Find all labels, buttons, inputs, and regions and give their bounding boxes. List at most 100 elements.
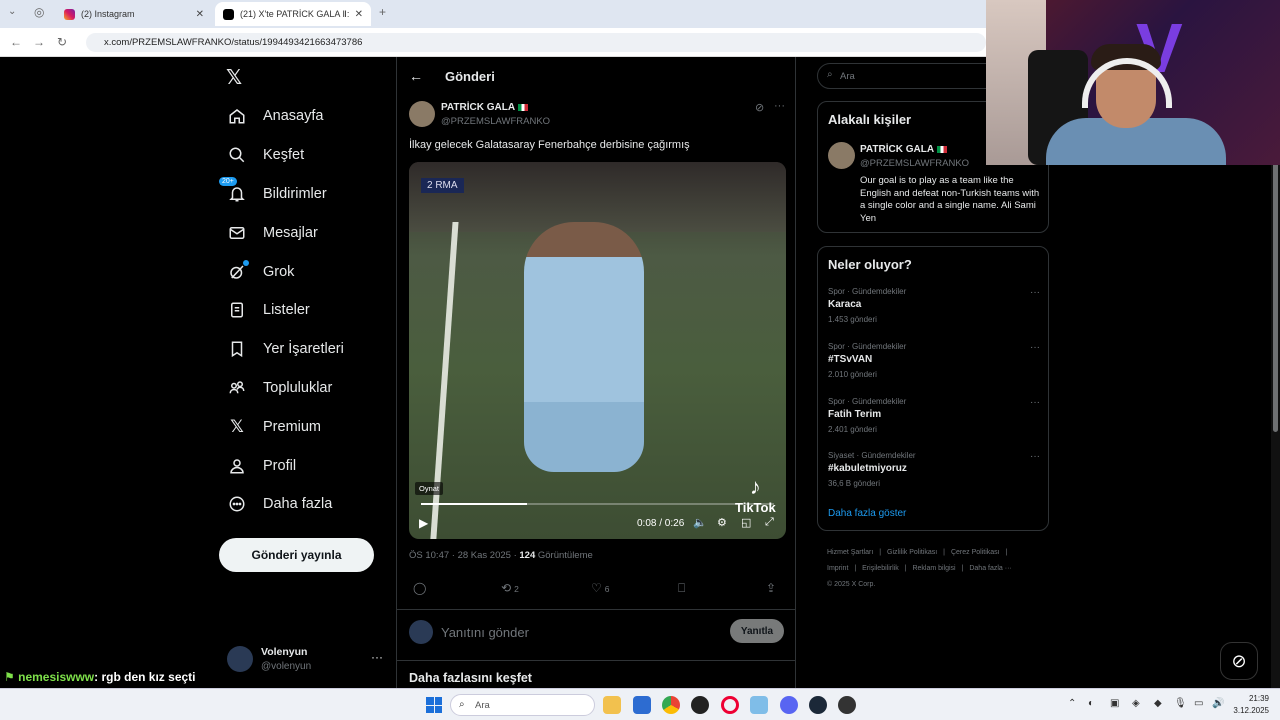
share-icon[interactable]: ⇪	[766, 581, 776, 595]
discord-icon[interactable]	[780, 696, 798, 714]
windows-start-icon[interactable]	[426, 697, 442, 713]
related-person-handle[interactable]: @PRZEMSLAWFRANKO	[860, 158, 969, 169]
footer-link[interactable]: Gizlilik Politikası	[887, 549, 937, 556]
trend-more-icon[interactable]: ···	[1030, 397, 1040, 408]
close-tab-icon[interactable]: ✕	[196, 9, 204, 20]
avatar	[409, 620, 433, 644]
trend-item[interactable]: Spor · Gündemdekiler Fatih Terim 2.401 g…	[828, 397, 1040, 442]
sidebar-item-bookmarks[interactable]: Yer İşaretleri	[222, 330, 392, 369]
back-icon[interactable]: ←	[10, 35, 22, 49]
sidebar-item-communities[interactable]: Topluluklar	[222, 369, 392, 408]
trend-count: 2.010 gönderi	[828, 370, 877, 379]
fullscreen-icon[interactable]: ⤢	[765, 516, 774, 529]
x-logo-icon[interactable]: 𝕏	[226, 65, 242, 90]
instagram-icon	[64, 8, 75, 20]
post-meta: ÖS 10:47 · 28 Kas 2025 · 124 Görüntüleme	[409, 550, 593, 561]
opera-icon[interactable]	[721, 696, 739, 714]
post-views-label: Görüntüleme	[535, 550, 593, 561]
footer-link[interactable]: Hizmet Şartları	[827, 549, 873, 556]
avatar[interactable]	[828, 142, 855, 169]
video-player-figure	[524, 222, 644, 472]
tab-instagram[interactable]: (2) Instagram ✕	[56, 2, 212, 26]
notification-badge: 20+	[219, 176, 237, 186]
more-icon[interactable]: ···	[371, 650, 383, 664]
like-count: 6	[604, 584, 610, 594]
file-explorer-icon[interactable]	[603, 696, 621, 714]
footer-link[interactable]: Imprint	[827, 565, 848, 572]
grok-fab-icon[interactable]: ⊘	[1220, 642, 1258, 680]
post-button[interactable]: Gönderi yayınla	[219, 538, 374, 572]
pip-icon[interactable]: ◱	[741, 516, 751, 529]
reply-icon[interactable]: ◯	[413, 581, 426, 595]
taskbar-search[interactable]: ⌕ Ara	[450, 694, 595, 716]
trend-category: Spor · Gündemdekiler	[828, 287, 907, 296]
app-icon[interactable]	[838, 696, 856, 714]
sidebar-item-profile[interactable]: Profil	[222, 446, 392, 485]
footer-link[interactable]: Reklam bilgisi	[912, 565, 955, 572]
retweet-button[interactable]: ⟲ 2	[501, 581, 519, 595]
trend-category: Spor · Gündemdekiler	[828, 342, 907, 351]
tray-icon[interactable]: ◐	[1088, 698, 1094, 709]
footer-link[interactable]: Erişilebilirlik	[862, 565, 899, 572]
url-field[interactable]: x.com/PRZEMSLAWFRANKO/status/19944934216…	[86, 33, 986, 52]
reload-icon[interactable]: ↻	[57, 35, 67, 49]
volume-icon[interactable]: 🔊	[1212, 698, 1224, 709]
post-author-name[interactable]: PATRİCK GALA	[441, 102, 529, 113]
like-button[interactable]: ♡ 6	[591, 581, 610, 595]
trend-more-icon[interactable]: ···	[1030, 287, 1040, 298]
post-more-icon[interactable]: ···	[774, 100, 785, 112]
sidebar-item-grok[interactable]: Grok	[222, 252, 392, 291]
sidebar-item-lists[interactable]: Listeler	[222, 291, 392, 330]
tab-list-button[interactable]: ⌄	[8, 6, 16, 17]
chrome-icon[interactable]	[662, 696, 680, 714]
sidebar-item-more[interactable]: Daha fazla	[222, 485, 392, 524]
store-icon[interactable]	[633, 696, 651, 714]
trend-item[interactable]: Siyaset · Gündemdekiler #kabuletmiyoruz …	[828, 451, 1040, 496]
steam-icon[interactable]	[809, 696, 827, 714]
sidebar-item-home[interactable]: Anasayfa	[222, 97, 392, 136]
trend-item[interactable]: Spor · Gündemdekiler Karaca 1.453 gönder…	[828, 287, 1040, 332]
search-icon	[227, 145, 247, 165]
microphone-icon[interactable]: 🎙	[1174, 698, 1187, 709]
tray-icon[interactable]: ▣	[1110, 698, 1119, 709]
settings-icon[interactable]: ⚙	[717, 516, 727, 529]
post-author-avatar[interactable]	[409, 101, 435, 127]
forward-icon[interactable]: →	[33, 35, 45, 49]
tab-x-post[interactable]: (21) X'te PATRİCK GALA Ⅱ: "İlka ✕	[215, 2, 371, 26]
reply-button[interactable]: Yanıtla	[730, 619, 784, 643]
show-more-link[interactable]: Daha fazla göster	[828, 508, 906, 519]
footer-link[interactable]: Çerez Politikası	[951, 549, 1000, 556]
chat-badge-icon: ⚑	[4, 670, 15, 684]
tray-icon[interactable]: ◆	[1154, 698, 1162, 709]
related-person-name[interactable]: PATRİCK GALA	[860, 144, 948, 155]
account-switcher[interactable]: Volenyun @volenyun ···	[227, 644, 387, 674]
sidebar-item-premium[interactable]: 𝕏 Premium	[222, 407, 392, 446]
display-icon[interactable]: ▭	[1194, 698, 1203, 709]
new-tab-button[interactable]: +	[379, 5, 386, 19]
app-icon[interactable]	[750, 696, 768, 714]
taskbar-clock[interactable]: 21:39 3.12.2025	[1233, 693, 1269, 717]
trend-more-icon[interactable]: ···	[1030, 342, 1040, 353]
volume-icon[interactable]: 🔈	[693, 516, 707, 529]
close-tab-icon[interactable]: ✕	[355, 9, 363, 20]
video-player[interactable]: 2 RMA Oynat ♪ TikTok ▶ 0:08 / 0:26 🔈 ⚙ ◱…	[409, 162, 786, 539]
trend-item[interactable]: Spor · Gündemdekiler #TSvVAN 2.010 gönde…	[828, 342, 1040, 387]
tray-icon[interactable]: ◈	[1132, 698, 1140, 709]
home-icon	[227, 106, 247, 126]
sidebar-item-notifications[interactable]: 20+ Bildirimler	[219, 175, 392, 214]
obs-icon[interactable]	[691, 696, 709, 714]
play-icon[interactable]: ▶	[419, 516, 428, 530]
back-arrow-icon[interactable]: ←	[409, 68, 423, 84]
bookmark-icon[interactable]: ⎕	[678, 581, 685, 596]
sidebar-item-explore[interactable]: Keşfet	[222, 136, 392, 175]
sidebar-item-messages[interactable]: Mesajlar	[222, 213, 392, 252]
tray-chevron-icon[interactable]: ⌃	[1068, 698, 1076, 709]
post-author-handle[interactable]: @PRZEMSLAWFRANKO	[441, 116, 550, 127]
trend-more-icon[interactable]: ···	[1030, 451, 1040, 462]
footer-link[interactable]: Daha fazla ···	[969, 565, 1011, 572]
video-progress-bar[interactable]	[421, 503, 774, 505]
grok-icon[interactable]: ⊘	[755, 101, 764, 114]
post-views-count: 124	[519, 550, 536, 561]
reply-input[interactable]: Yanıtını gönder	[441, 625, 529, 640]
search-placeholder: Ara	[840, 71, 855, 82]
